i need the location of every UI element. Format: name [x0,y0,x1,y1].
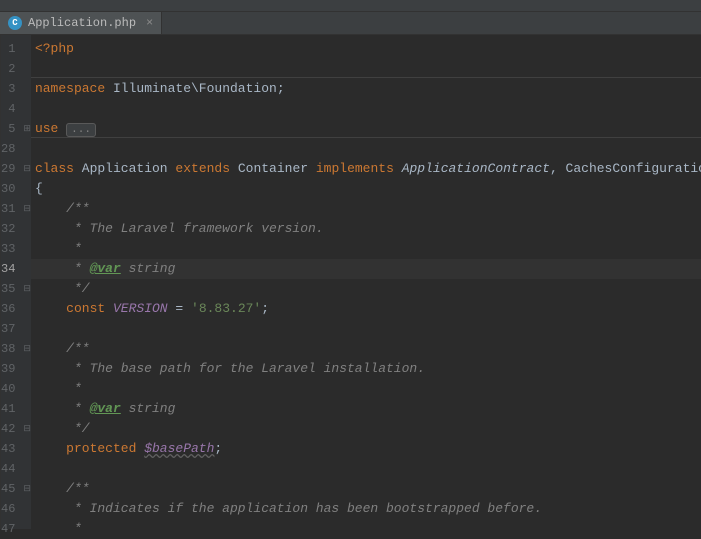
code-line[interactable]: * Indicates if the application has been … [31,499,701,519]
editor-pane: 1 2 3 4 5 28 29 30 31 32 33 34 35 36 37 … [0,35,701,529]
code-line[interactable]: * [31,519,701,539]
close-icon[interactable]: × [146,16,153,30]
code-line[interactable]: * @var string [31,399,701,419]
line-number: 40 [1,379,23,399]
line-number: 2 [1,59,23,79]
code-line[interactable] [31,459,701,479]
file-tab-application[interactable]: C Application.php × [0,12,162,34]
code-line[interactable] [31,139,701,159]
code-area[interactable]: <?php namespace Illuminate\Foundation; u… [31,35,701,529]
code-line[interactable]: /** [31,479,701,499]
line-number: 4 [1,99,23,119]
code-line[interactable] [31,99,701,119]
line-number: 1 [1,39,23,59]
fold-mark [23,399,31,419]
fold-mark [23,99,31,119]
fold-expand-icon[interactable]: ⊞ [23,119,31,139]
line-number: 43 [1,439,23,459]
fold-mark [23,379,31,399]
fold-mark [23,59,31,79]
fold-collapse-icon[interactable]: ⊟ [23,479,31,499]
line-number: 33 [1,239,23,259]
line-number: 36 [1,299,23,319]
fold-mark [23,299,31,319]
fold-mark [23,319,31,339]
fold-mark [23,239,31,259]
separator-line [31,77,701,78]
code-line[interactable]: */ [31,419,701,439]
line-number: 47 [1,519,23,539]
line-number: 32 [1,219,23,239]
fold-end-icon[interactable]: ⊟ [23,419,31,439]
line-number: 37 [1,319,23,339]
fold-mark [23,219,31,239]
code-line[interactable]: protected $basePath; [31,439,701,459]
code-line[interactable]: * [31,239,701,259]
code-line[interactable] [31,319,701,339]
fold-collapse-icon[interactable]: ⊟ [23,199,31,219]
fold-mark [23,499,31,519]
fold-mark [23,439,31,459]
code-line[interactable]: { [31,179,701,199]
line-number: 38 [1,339,23,359]
fold-mark [23,459,31,479]
fold-mark [23,259,31,279]
editor-tab-bar: C Application.php × [0,12,701,35]
line-number: 35 [1,279,23,299]
code-line[interactable]: * [31,379,701,399]
php-class-icon: C [8,16,22,30]
fold-mark [23,359,31,379]
code-line-active[interactable]: * @var string [31,259,701,279]
line-number-gutter[interactable]: 1 2 3 4 5 28 29 30 31 32 33 34 35 36 37 … [1,35,23,529]
line-number: 41 [1,399,23,419]
code-line[interactable] [31,59,701,79]
code-line[interactable]: * The base path for the Laravel installa… [31,359,701,379]
line-number: 5 [1,119,23,139]
fold-mark [23,139,31,159]
code-line[interactable]: class Application extends Container impl… [31,159,701,179]
separator-line [31,137,701,138]
line-number: 39 [1,359,23,379]
code-line[interactable]: <?php [31,39,701,59]
code-line[interactable]: /** [31,199,701,219]
line-number: 44 [1,459,23,479]
line-number: 3 [1,79,23,99]
line-number: 28 [1,139,23,159]
line-number: 30 [1,179,23,199]
line-number: 45 [1,479,23,499]
code-line[interactable]: namespace Illuminate\Foundation; [31,79,701,99]
fold-mark [23,79,31,99]
fold-mark [23,179,31,199]
tab-filename: Application.php [28,16,136,30]
line-number: 31 [1,199,23,219]
code-line[interactable]: use ... [31,119,701,139]
folded-region[interactable]: ... [66,123,96,137]
code-line[interactable]: const VERSION = '8.83.27'; [31,299,701,319]
fold-mark [23,39,31,59]
top-spacer [0,0,701,12]
fold-end-icon[interactable]: ⊟ [23,279,31,299]
code-line[interactable]: * The Laravel framework version. [31,219,701,239]
code-line[interactable]: */ [31,279,701,299]
fold-collapse-icon[interactable]: ⊟ [23,339,31,359]
line-number-active: 34 [1,259,23,279]
line-number: 42 [1,419,23,439]
fold-mark [23,519,31,539]
fold-collapse-icon[interactable]: ⊟ [23,159,31,179]
line-number: 29 [1,159,23,179]
line-number: 46 [1,499,23,519]
code-line[interactable]: /** [31,339,701,359]
fold-gutter[interactable]: ⊞ ⊟ ⊟ ⊟ ⊟ ⊟ ⊟ [23,35,31,529]
